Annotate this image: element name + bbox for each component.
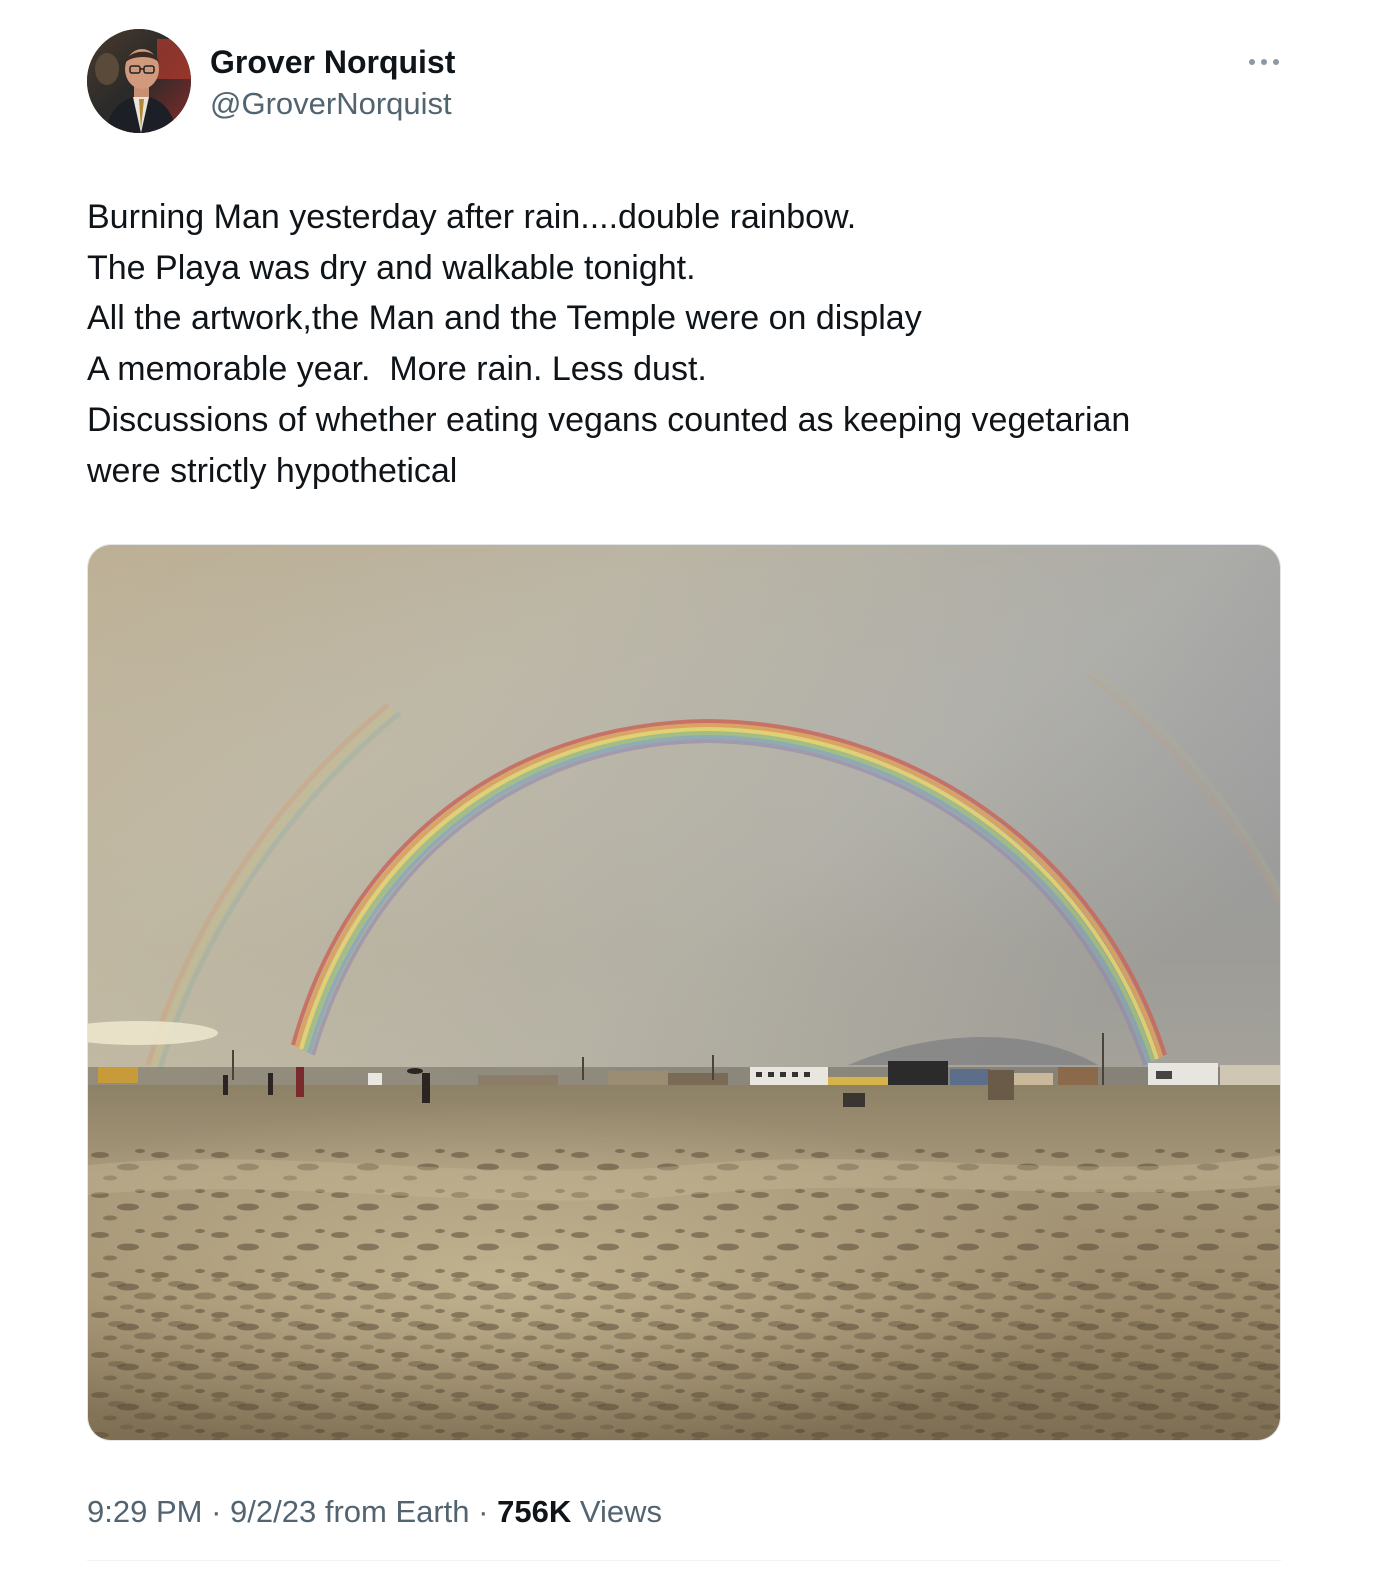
- author-display-name[interactable]: Grover Norquist: [210, 42, 455, 82]
- tweet-time[interactable]: 9:29 PM: [87, 1494, 202, 1529]
- tweet-text: Burning Man yesterday after rain....doub…: [87, 192, 1287, 496]
- tweet-text-line: were strictly hypothetical: [87, 451, 458, 490]
- divider: [87, 1560, 1281, 1561]
- tweet-text-line: The Playa was dry and walkable tonight.: [87, 248, 696, 287]
- tweet-photo[interactable]: [87, 544, 1281, 1441]
- tweet-text-line: Discussions of whether eating vegans cou…: [87, 400, 1131, 439]
- more-options-button[interactable]: [1244, 50, 1284, 74]
- author-handle[interactable]: @GroverNorquist: [210, 84, 452, 124]
- tweet-meta: 9:29 PM · 9/2/23 from Earth · 756K Views: [87, 1490, 662, 1534]
- meta-separator: ·: [202, 1494, 231, 1529]
- views-label: Views: [571, 1494, 662, 1529]
- tweet-date[interactable]: 9/2/23: [230, 1494, 316, 1529]
- photo-double-rainbow-icon: [88, 545, 1280, 1440]
- avatar[interactable]: [87, 29, 191, 133]
- more-horizontal-icon: [1249, 59, 1279, 65]
- tweet-card: Grover Norquist @GroverNorquist Burning …: [0, 0, 1381, 1591]
- profile-photo-icon: [87, 29, 191, 133]
- views-count[interactable]: 756K: [497, 1494, 571, 1529]
- tweet-text-line: A memorable year. More rain. Less dust.: [87, 350, 707, 389]
- tweet-source: from Earth: [316, 1494, 470, 1529]
- tweet-text-line: Burning Man yesterday after rain....doub…: [87, 198, 857, 236]
- tweet-text-line: All the artwork,the Man and the Temple w…: [87, 299, 922, 338]
- meta-separator: ·: [469, 1494, 498, 1529]
